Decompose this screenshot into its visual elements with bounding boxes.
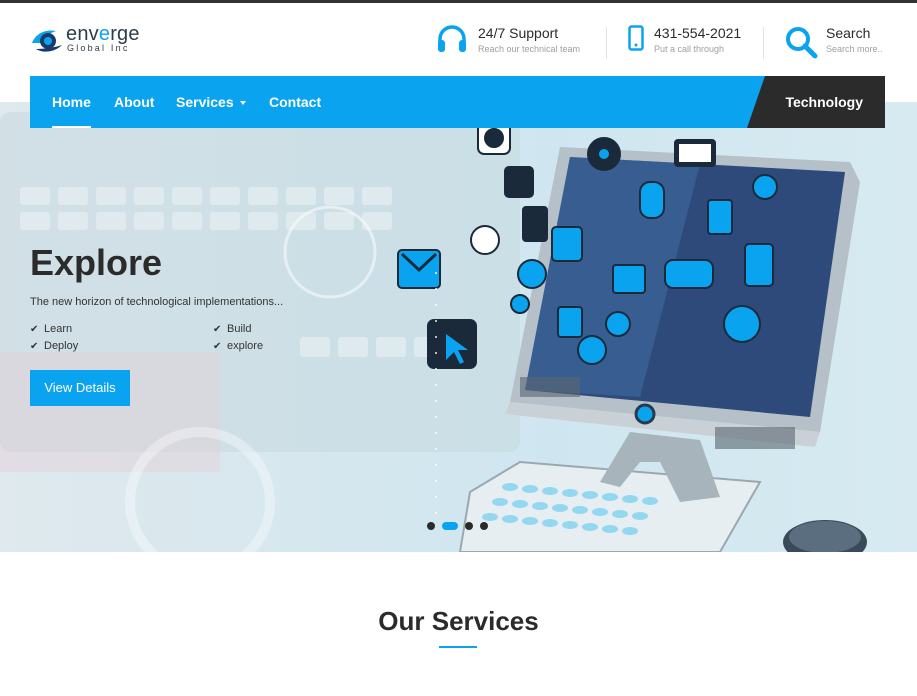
- hero-title: Explore: [30, 242, 163, 283]
- search-icon: [786, 27, 818, 59]
- feature-item: ✔ Deploy: [30, 340, 79, 352]
- mobile-phone-icon: [628, 25, 644, 51]
- feature-item: ✔ Build: [213, 323, 252, 335]
- heading-underline: [439, 646, 477, 648]
- slider-dot[interactable]: [480, 522, 488, 530]
- check-icon: ✔: [213, 324, 222, 335]
- header-divider: [763, 27, 764, 59]
- slider-dot[interactable]: [465, 522, 473, 530]
- services-heading: Our Services: [378, 606, 539, 636]
- logo-subtitle: Global Inc: [67, 43, 130, 53]
- view-details-button[interactable]: View Details: [30, 370, 130, 406]
- check-icon: ✔: [30, 324, 39, 335]
- nav-item-about[interactable]: About: [114, 76, 154, 128]
- brand-logo[interactable]: enverge Global Inc: [30, 23, 150, 59]
- nav-item-services-label: Services: [176, 94, 234, 110]
- phone-info[interactable]: 431-554-2021 Put a call through: [628, 23, 758, 59]
- hero-illustration: [0, 112, 867, 552]
- hero-slider: Explore The new horizon of technological…: [0, 102, 917, 552]
- check-icon: ✔: [30, 341, 39, 352]
- nav-item-technology[interactable]: Technology: [747, 76, 885, 128]
- support-info[interactable]: 24/7 Support Reach our technical team: [436, 23, 596, 59]
- nav-item-home[interactable]: Home: [52, 76, 91, 128]
- support-subtitle: Reach our technical team: [478, 44, 581, 54]
- feature-item: ✔ Learn: [30, 323, 73, 335]
- main-nav: Home About Services Contact Technology: [30, 76, 885, 128]
- search-info[interactable]: Search Search more..: [784, 23, 894, 59]
- logo-mark-icon: [32, 30, 62, 52]
- search-title: Search: [826, 25, 871, 41]
- nav-item-contact[interactable]: Contact: [269, 76, 321, 128]
- headset-icon: [438, 25, 466, 52]
- chevron-down-icon: [239, 101, 246, 106]
- search-subtitle: Search more..: [826, 44, 883, 54]
- site-header: enverge Global Inc 24/7 Support Reach ou…: [0, 3, 917, 76]
- slider-dot-active[interactable]: [442, 522, 458, 530]
- feature-item: ✔ explore: [213, 340, 264, 352]
- hero-subtitle: The new horizon of technological impleme…: [30, 296, 284, 308]
- header-divider: [606, 27, 607, 59]
- support-title: 24/7 Support: [478, 25, 559, 41]
- phone-number: 431-554-2021: [654, 25, 742, 41]
- slider-dot[interactable]: [427, 522, 435, 530]
- check-icon: ✔: [213, 341, 222, 352]
- nav-item-services[interactable]: Services: [176, 76, 246, 128]
- phone-subtitle: Put a call through: [654, 44, 725, 54]
